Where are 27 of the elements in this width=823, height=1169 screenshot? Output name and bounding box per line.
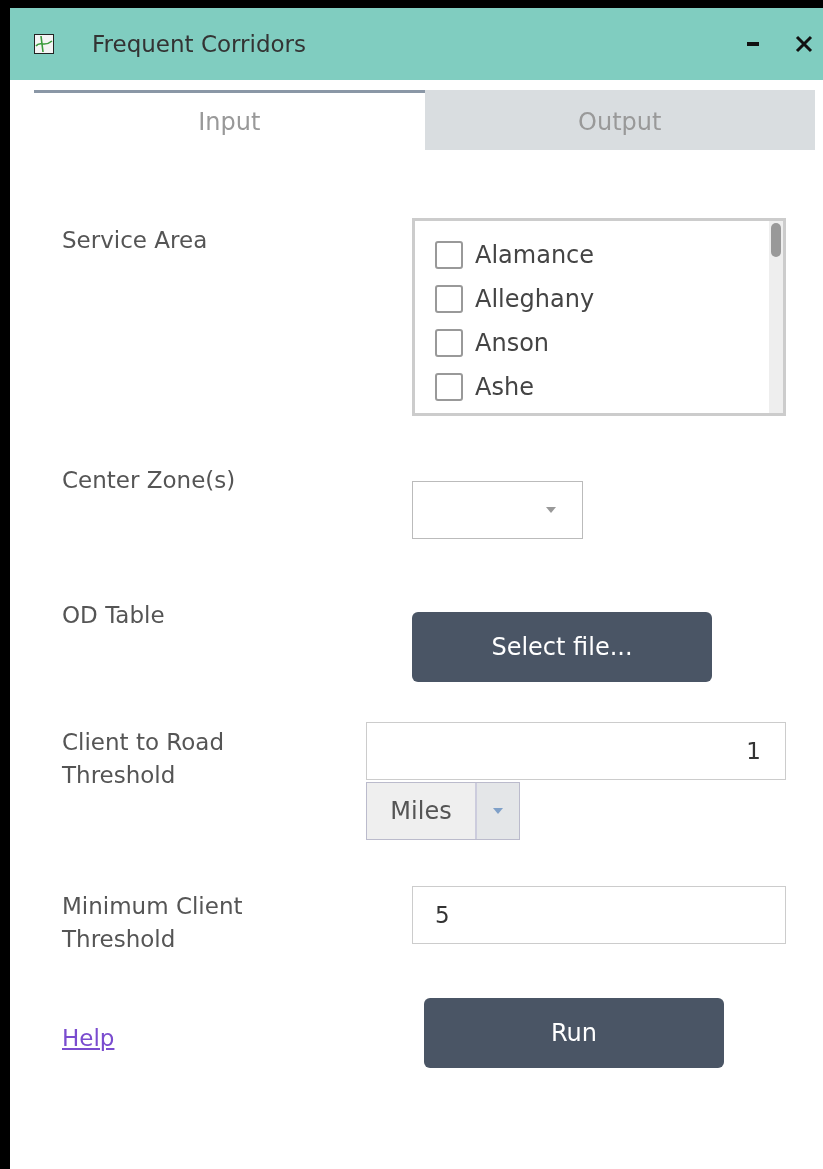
checkbox-label: Alleghany: [475, 285, 595, 313]
field-label: Client to Road Threshold: [61, 728, 225, 790]
field-label: OD Table: [61, 601, 166, 630]
checkbox-label: Alamance: [475, 241, 595, 269]
number-field[interactable]: 5: [412, 886, 786, 944]
checkbox[interactable]: [435, 241, 463, 269]
select-file-button[interactable]: Select file...: [412, 612, 712, 682]
minimize-icon[interactable]: [747, 41, 759, 47]
field-label: Service Area: [61, 226, 209, 255]
scrollbar[interactable]: [769, 221, 783, 413]
checkbox[interactable]: [435, 373, 463, 401]
close-icon[interactable]: [795, 35, 813, 53]
number-field[interactable]: 1: [366, 722, 786, 780]
checkbox-label: Ashe: [475, 373, 534, 401]
field-label: Center Zone(s): [61, 466, 237, 495]
caret-icon: [546, 507, 556, 513]
checkbox-label: Anson: [475, 329, 550, 357]
window-title: Frequent Corridors: [92, 31, 307, 57]
checkbox[interactable]: [435, 285, 463, 313]
checkbox[interactable]: [435, 329, 463, 357]
unit-dropdown[interactable]: Miles: [366, 782, 520, 840]
dropdown[interactable]: [412, 481, 583, 539]
help-link[interactable]: Help: [34, 1025, 384, 1051]
map-icon: [34, 34, 54, 54]
caret-icon: [493, 808, 503, 814]
run-button[interactable]: Run: [424, 998, 724, 1068]
field-label: Minimum Client Threshold: [61, 892, 244, 954]
